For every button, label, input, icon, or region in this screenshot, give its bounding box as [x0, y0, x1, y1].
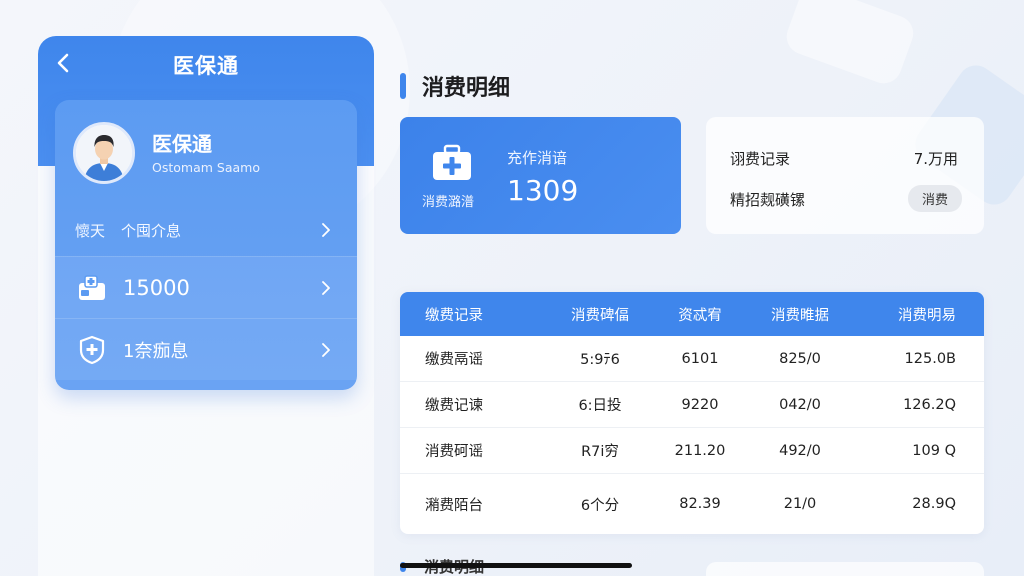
- table-cell: 5:9ﾃ6: [580, 352, 620, 368]
- table-cell: 825/0: [779, 350, 821, 367]
- column-header[interactable]: 缴费记录: [400, 304, 550, 325]
- bottom-card: [706, 562, 984, 576]
- section-title: 消费明细: [400, 70, 510, 102]
- shield-plus-icon: [77, 335, 107, 365]
- table-cell: 82.39: [679, 496, 721, 512]
- column-header[interactable]: 消费睢据: [750, 304, 850, 325]
- table-cell: 6:日投: [578, 398, 622, 414]
- table-cell: 109 Q: [912, 442, 956, 459]
- table-row[interactable]: 潲费陌台 6个分 82.39 21/0 28.9Q: [400, 474, 984, 534]
- expense-table: 缴费记录 消费碑偪 资忒宥 消费睢据 消费明易 缴费鬲谣 5:9ﾃ6 6101 …: [400, 292, 984, 534]
- table-row[interactable]: 消费砢谣 R7i穷 211.20 492/0 109 Q: [400, 428, 984, 474]
- info-card[interactable]: 诩费记录 7.万用 精招觌磺镙 消费: [706, 117, 984, 234]
- column-header[interactable]: 消费碑偪: [550, 304, 650, 325]
- medical-wallet-icon: [77, 273, 107, 303]
- section-accent-bar: [400, 73, 406, 99]
- column-header[interactable]: 资忒宥: [650, 304, 750, 325]
- stat-label: 充作消谙: [507, 149, 568, 167]
- info-label: 诩费记录: [730, 150, 791, 168]
- menu-item-label: 个囤介息: [121, 221, 182, 240]
- table-cell: 潲费陌台: [425, 497, 483, 514]
- home-indicator[interactable]: [400, 563, 632, 568]
- chevron-right-icon: [319, 342, 333, 357]
- chevron-right-icon: [319, 280, 333, 295]
- menu-item-security[interactable]: 1奈痂息: [55, 318, 357, 380]
- table-cell: 28.9Q: [912, 496, 956, 512]
- table-row[interactable]: 缴费记谏 6:日投 9220 042/0 126.2Q: [400, 382, 984, 428]
- app-title: 医保通: [173, 54, 239, 78]
- table-cell: 125.0B: [904, 350, 956, 367]
- table-cell: 042/0: [779, 396, 821, 413]
- table-cell: 21/0: [783, 496, 817, 512]
- section-title-text: 消费明细: [422, 76, 511, 101]
- app-screen: 医保通 医保通 Ostomam Saamo 懷天 个囤介息 15000 1奈痂息…: [0, 0, 1024, 576]
- table-cell: R7i穷: [581, 444, 619, 460]
- profile-card: 医保通 Ostomam Saamo 懷天 个囤介息 15000 1奈痂息: [55, 100, 357, 390]
- menu-item-personal-info[interactable]: 懷天 个囤介息: [55, 206, 357, 254]
- table-cell: 6个分: [580, 497, 620, 514]
- stat-value: 1309: [507, 174, 579, 207]
- user-avatar-icon[interactable]: [73, 122, 135, 184]
- stat-icon-label: 消费潞潽: [422, 195, 475, 210]
- info-value: 7.万用: [913, 150, 958, 168]
- background-decoration: [781, 0, 919, 89]
- menu-item-balance[interactable]: 15000: [55, 256, 357, 318]
- menu-item-prefix: 懷天: [75, 221, 106, 240]
- profile-name: 医保通: [152, 132, 212, 156]
- table-cell: 消费砢谣: [425, 444, 483, 460]
- menu-item-label: 1奈痂息: [123, 340, 189, 362]
- table-cell: 6101: [681, 350, 719, 367]
- info-label: 精招觌磺镙: [730, 191, 806, 209]
- table-header: 缴费记录 消费碑偪 资忒宥 消费睢据 消费明易: [400, 292, 984, 336]
- table-row[interactable]: 缴费鬲谣 5:9ﾃ6 6101 825/0 125.0B: [400, 336, 984, 382]
- profile-subtitle: Ostomam Saamo: [152, 160, 260, 175]
- table-cell: 492/0: [779, 442, 821, 459]
- column-header[interactable]: 消费明易: [850, 304, 984, 325]
- balance-value: 15000: [123, 275, 190, 300]
- table-cell: 缴费鬲谣: [425, 352, 483, 368]
- status-badge[interactable]: 消费: [907, 185, 962, 212]
- chevron-right-icon: [319, 223, 333, 237]
- table-cell: 211.20: [674, 442, 726, 459]
- stat-card[interactable]: 消费潞潽 充作消谙 1309: [400, 117, 681, 234]
- table-cell: 缴费记谏: [425, 398, 483, 414]
- table-cell: 9220: [681, 396, 719, 413]
- medical-kit-icon: [430, 143, 474, 183]
- table-cell: 126.2Q: [903, 396, 956, 413]
